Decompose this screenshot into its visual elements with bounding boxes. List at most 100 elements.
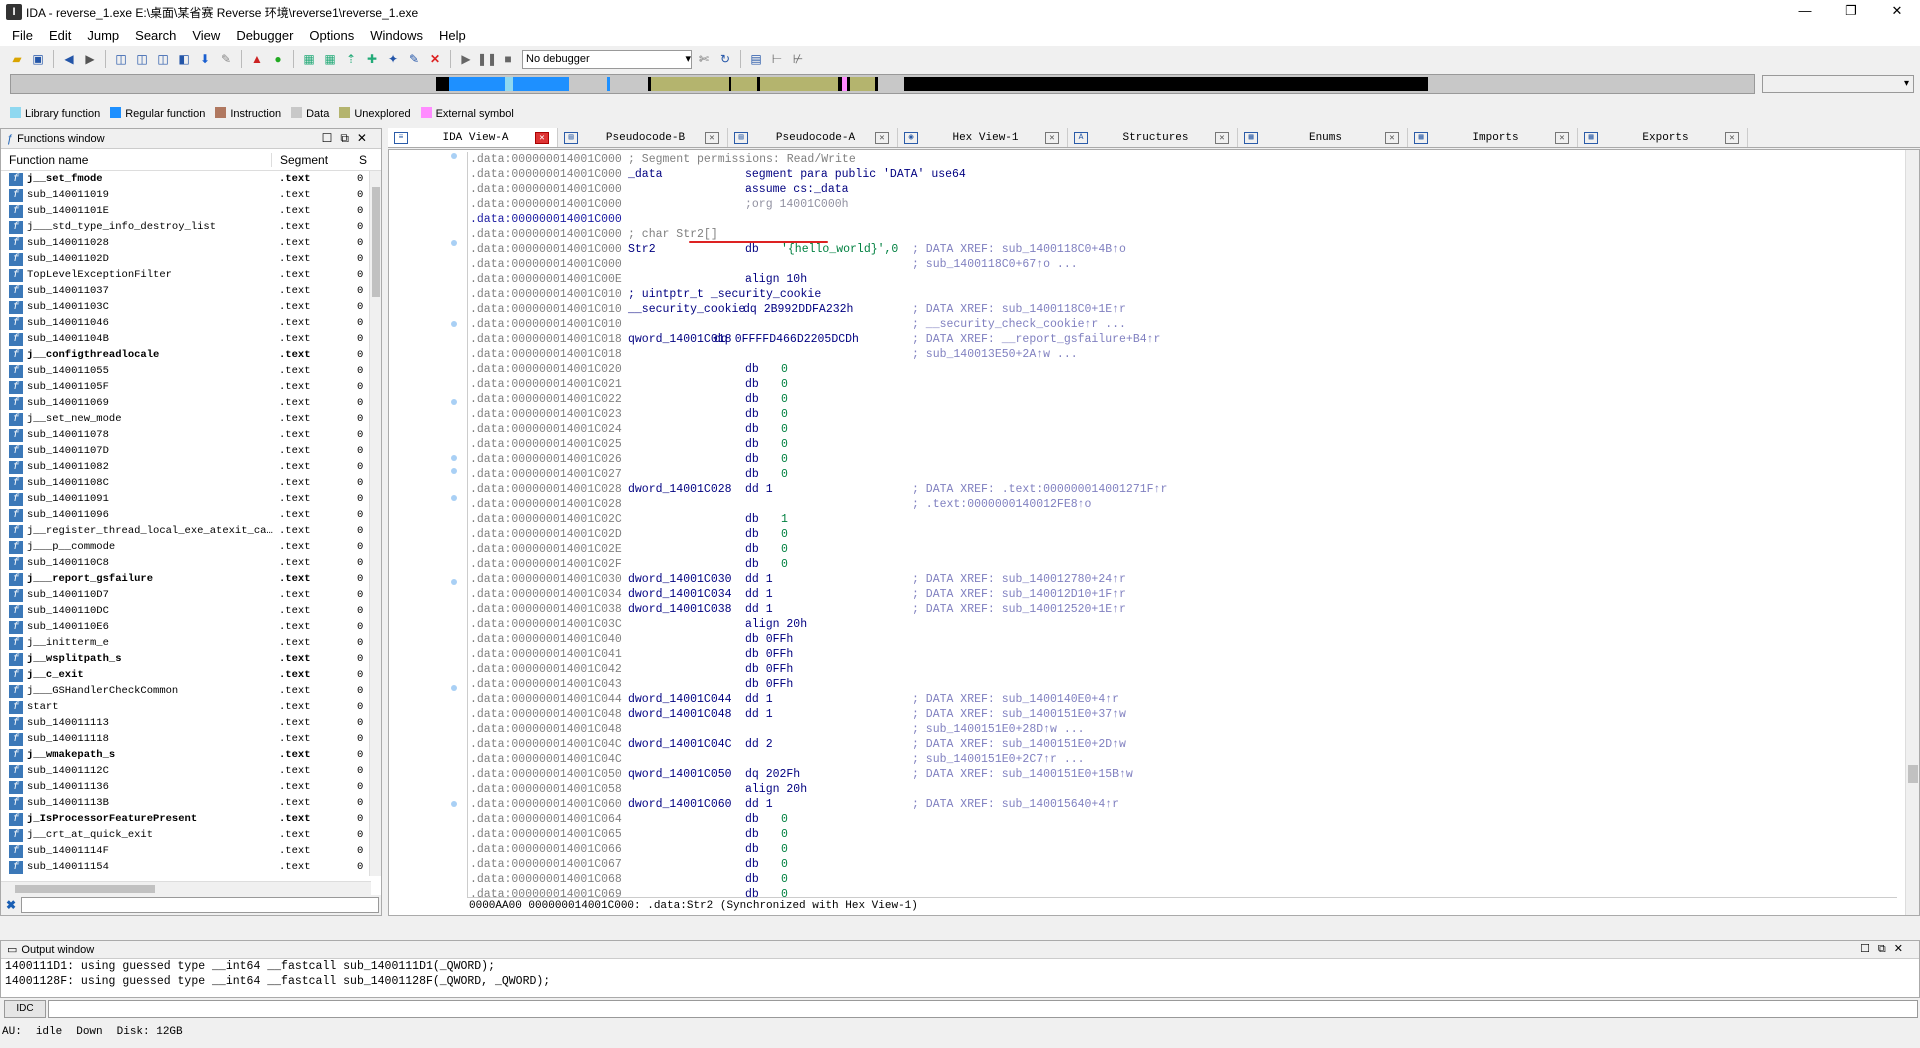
menu-windows[interactable]: Windows xyxy=(362,28,431,43)
listing-line[interactable]: .data:000000014001C064 db 0 xyxy=(468,812,1897,827)
functions-hscrollbar[interactable] xyxy=(1,881,371,895)
function-row[interactable]: f sub_140011091 .text 0 xyxy=(1,491,381,507)
run-script-icon[interactable]: ● xyxy=(269,50,287,68)
listing-line[interactable]: .data:000000014001C044 dword_14001C044 dd … xyxy=(468,692,1897,707)
close-tab-icon[interactable]: ✕ xyxy=(1045,131,1059,144)
function-row[interactable]: f j__wsplitpath_s .text 0 xyxy=(1,651,381,667)
listing-line[interactable]: .data:000000014001C021 db 0 xyxy=(468,377,1897,392)
minimize-button[interactable]: — xyxy=(1782,0,1828,24)
stop-icon[interactable]: ■ xyxy=(499,50,517,68)
listing-line[interactable]: .data:000000014001C000 _data segment para … xyxy=(468,167,1897,182)
listing-line[interactable]: .data:000000014001C020 db 0 xyxy=(468,362,1897,377)
idc-button[interactable]: IDC xyxy=(4,1000,46,1018)
close-tab-icon[interactable]: ✕ xyxy=(1555,131,1569,144)
function-row[interactable]: f sub_140011069 .text 0 xyxy=(1,395,381,411)
menu-view[interactable]: View xyxy=(184,28,228,43)
delete-icon[interactable]: ✕ xyxy=(426,50,444,68)
function-row[interactable]: f j__initterm_e .text 0 xyxy=(1,635,381,651)
function-row[interactable]: f sub_140011028 .text 0 xyxy=(1,235,381,251)
menu-search[interactable]: Search xyxy=(127,28,184,43)
listing-line[interactable]: .data:000000014001C010 ; uintptr_t _secur… xyxy=(468,287,1897,302)
command-input[interactable] xyxy=(48,1000,1918,1018)
listing-line[interactable]: .data:000000014001C02D db 0 xyxy=(468,527,1897,542)
listing-line[interactable]: .data:000000014001C050 qword_14001C050 dq … xyxy=(468,767,1897,782)
function-row[interactable]: f j__crt_at_quick_exit .text 0 xyxy=(1,827,381,843)
start-debugger-icon[interactable]: ▶ xyxy=(457,50,475,68)
save-icon[interactable]: ▣ xyxy=(29,50,47,68)
listing-line[interactable]: .data:000000014001C067 db 0 xyxy=(468,857,1897,872)
functions-vscrollbar[interactable] xyxy=(369,171,381,876)
listing-line[interactable]: .data:000000014001C000 Str2 db '{hello_worl… xyxy=(468,242,1897,257)
listing-line[interactable]: .data:000000014001C041 db 0FFh xyxy=(468,647,1897,662)
menu-file[interactable]: File xyxy=(4,28,41,43)
close-window-button[interactable]: ✕ xyxy=(1874,0,1920,24)
function-row[interactable]: f j__wmakepath_s .text 0 xyxy=(1,747,381,763)
function-row[interactable]: f sub_1400110C8 .text 0 xyxy=(1,555,381,571)
listing-line[interactable]: .data:000000014001C048 dword_14001C048 dd … xyxy=(468,707,1897,722)
col-s[interactable]: S xyxy=(359,153,367,167)
menu-edit[interactable]: Edit xyxy=(41,28,79,43)
listing-line[interactable]: .data:000000014001C040 db 0FFh xyxy=(468,632,1897,647)
open-folder-icon[interactable]: ▰ xyxy=(8,50,26,68)
listing-line[interactable]: .data:000000014001C068 db 0 xyxy=(468,872,1897,887)
menu-help[interactable]: Help xyxy=(431,28,474,43)
listing-line[interactable]: .data:000000014001C010 ; __security_check… xyxy=(468,317,1897,332)
listing-line[interactable]: .data:000000014001C03C align 20h xyxy=(468,617,1897,632)
tab-structures[interactable]: A Structures ✕ xyxy=(1068,128,1238,147)
graph-icon[interactable]: ▲ xyxy=(248,50,266,68)
maximize-button[interactable]: ❐ xyxy=(1828,0,1874,24)
listing-line[interactable]: .data:000000014001C02C db 1 xyxy=(468,512,1897,527)
listing-line[interactable]: .data:000000014001C065 db 0 xyxy=(468,827,1897,842)
forward-arrow-icon[interactable]: ▶ xyxy=(81,50,99,68)
pause-icon[interactable]: ❚❚ xyxy=(477,50,497,68)
listing-line[interactable]: .data:000000014001C018 ; sub_140013E50+2A… xyxy=(468,347,1897,362)
tracing-icon[interactable]: ⊢ xyxy=(768,50,786,68)
listing-line[interactable]: .data:000000014001C000 ;org 14001C000h xyxy=(468,197,1897,212)
jump-down-icon[interactable]: ⬇ xyxy=(196,50,214,68)
listing-line[interactable]: .data:000000014001C04C dword_14001C04C dd … xyxy=(468,737,1897,752)
function-row[interactable]: f sub_14001107D .text 0 xyxy=(1,443,381,459)
step-icon[interactable]: ↻ xyxy=(716,50,734,68)
function-row[interactable]: f sub_140011046 .text 0 xyxy=(1,315,381,331)
listing-line[interactable]: .data:000000014001C066 db 0 xyxy=(468,842,1897,857)
pane-controls[interactable]: ☐⧉✕ xyxy=(1860,942,1911,956)
attach-icon[interactable]: ✄ xyxy=(695,50,713,68)
clear-filter-icon[interactable]: ✖ xyxy=(1,898,21,912)
close-tab-icon[interactable]: ✕ xyxy=(1385,131,1399,144)
listing-line[interactable]: .data:000000014001C000 ; Segment permissi… xyxy=(468,152,1897,167)
function-row[interactable]: f j___std_type_info_destroy_list .text 0 xyxy=(1,219,381,235)
tab-hex-view-1[interactable]: ◉ Hex View-1 ✕ xyxy=(898,128,1068,147)
edit-function-icon[interactable]: ▦ xyxy=(321,50,339,68)
listing-vscrollbar[interactable] xyxy=(1905,150,1919,915)
function-row[interactable]: f sub_1400110E6 .text 0 xyxy=(1,619,381,635)
close-tab-icon[interactable]: ✕ xyxy=(1215,131,1229,144)
disassembly-listing[interactable]: .data:000000014001C000 ; Segment permissi… xyxy=(467,152,1897,912)
tab-pseudocode-b[interactable]: ▤ Pseudocode-B ✕ xyxy=(558,128,728,147)
close-tab-icon[interactable]: ✕ xyxy=(1725,131,1739,144)
listing-line[interactable]: .data:000000014001C038 dword_14001C038 dd … xyxy=(468,602,1897,617)
tab-imports[interactable]: ▦ Imports ✕ xyxy=(1408,128,1578,147)
col-function-name[interactable]: Function name xyxy=(1,153,271,167)
binary-search-icon[interactable]: ◫ xyxy=(112,50,130,68)
function-row[interactable]: f sub_14001105F .text 0 xyxy=(1,379,381,395)
function-row[interactable]: f j_IsProcessorFeaturePresent .text 0 xyxy=(1,811,381,827)
function-row[interactable]: f sub_140011019 .text 0 xyxy=(1,187,381,203)
function-row[interactable]: f sub_14001102D .text 0 xyxy=(1,251,381,267)
pane-controls[interactable]: ☐⧉✕ xyxy=(322,131,375,146)
function-row[interactable]: f sub_140011078 .text 0 xyxy=(1,427,381,443)
navigation-band[interactable] xyxy=(10,74,1755,94)
add-struct-icon[interactable]: ⇡ xyxy=(342,50,360,68)
function-row[interactable]: f sub_14001108C .text 0 xyxy=(1,475,381,491)
menu-jump[interactable]: Jump xyxy=(79,28,127,43)
function-row[interactable]: f sub_140011082 .text 0 xyxy=(1,459,381,475)
listing-line[interactable]: .data:000000014001C048 ; sub_1400151E0+28… xyxy=(468,722,1897,737)
listing-line[interactable]: .data:000000014001C034 dword_14001C034 dd … xyxy=(468,587,1897,602)
back-arrow-icon[interactable]: ◀ xyxy=(60,50,78,68)
listing-line[interactable]: .data:000000014001C010 __security_cookie d… xyxy=(468,302,1897,317)
add-enum-icon[interactable]: ✚ xyxy=(363,50,381,68)
function-row[interactable]: f sub_140011055 .text 0 xyxy=(1,363,381,379)
function-row[interactable]: f TopLevelExceptionFilter .text 0 xyxy=(1,267,381,283)
listing-line[interactable]: .data:000000014001C025 db 0 xyxy=(468,437,1897,452)
search-next-icon[interactable]: ◫ xyxy=(154,50,172,68)
function-row[interactable]: f sub_1400110D7 .text 0 xyxy=(1,587,381,603)
